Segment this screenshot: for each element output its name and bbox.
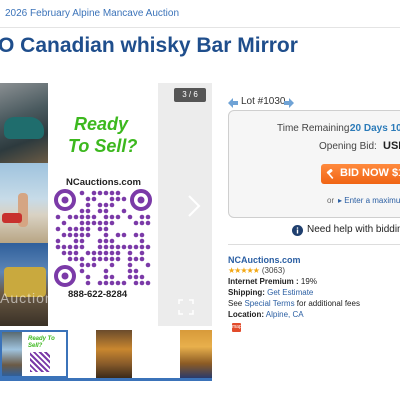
special-terms: See Special Terms for additional fees bbox=[228, 299, 360, 308]
max-bid-label: Enter a maximum bbox=[344, 196, 400, 205]
thumbnail-2[interactable] bbox=[96, 330, 132, 378]
lot-number: Lot #1030 bbox=[241, 96, 286, 107]
max-bid-link[interactable]: ▸ Enter a maximum bbox=[338, 196, 400, 205]
thumbnail-strip-border bbox=[0, 378, 212, 381]
next-image-icon[interactable] bbox=[184, 193, 204, 219]
previous-lot-icon[interactable] bbox=[228, 98, 238, 108]
next-lot-icon[interactable] bbox=[284, 98, 294, 108]
hammer-icon bbox=[326, 169, 334, 179]
terms-prefix: See bbox=[228, 299, 243, 308]
internet-premium: Internet Premium : 19% bbox=[228, 277, 317, 286]
collage-photos: Auction bbox=[0, 83, 48, 326]
thumbnail-strip: Ready To Sell? bbox=[0, 330, 212, 380]
rating-count: (3063) bbox=[261, 266, 285, 275]
thumbnail-1[interactable]: Ready To Sell? bbox=[0, 330, 68, 378]
beach-photo bbox=[0, 163, 48, 243]
location-link[interactable]: Alpine, CA bbox=[266, 310, 304, 319]
divider bbox=[228, 244, 400, 245]
promo-image[interactable]: Ready To Sell? NCauctions.com 888-622-82… bbox=[48, 83, 158, 326]
bid-now-label: BID NOW $1 bbox=[340, 167, 400, 179]
location-label: Location: bbox=[228, 310, 264, 319]
time-remaining-label: Time Remaining: bbox=[277, 123, 353, 134]
promo-line-2: To Sell? bbox=[68, 136, 138, 156]
or-text: or bbox=[327, 196, 335, 205]
premium-value: 19% bbox=[300, 277, 317, 286]
terms-suffix: for additional fees bbox=[296, 299, 360, 308]
shipping: Shipping: Get Estimate bbox=[228, 288, 313, 297]
page-title: O Canadian whisky Bar Mirror bbox=[0, 34, 298, 57]
shipping-label: Shipping: bbox=[228, 288, 265, 297]
thumbnail-3[interactable] bbox=[180, 330, 212, 378]
special-terms-link[interactable]: Special Terms bbox=[244, 299, 294, 308]
seller-rating[interactable]: ★★★★★ (3063) bbox=[228, 266, 285, 275]
bid-now-button[interactable]: BID NOW $1 bbox=[321, 164, 400, 184]
location: Location: Alpine, CA bbox=[228, 310, 304, 319]
qr-code-icon bbox=[54, 189, 152, 287]
top-bar: 2026 February Alpine Mancave Auction bbox=[0, 0, 400, 28]
help-text: Need help with bidding bbox=[307, 224, 400, 235]
thumbnail-1-label: Ready To Sell? bbox=[28, 336, 55, 349]
gallery-nav-pane: 3 / 6 bbox=[158, 83, 212, 326]
opening-bid-label: Opening Bid: bbox=[319, 141, 377, 152]
opening-bid-value: USD bbox=[383, 140, 400, 152]
image-counter: 3 / 6 bbox=[174, 88, 206, 102]
bid-panel: Time Remaining: 20 Days 10 H Opening Bid… bbox=[228, 110, 400, 218]
info-icon bbox=[292, 225, 303, 236]
auction-lot-page: 2026 February Alpine Mancave Auction O C… bbox=[0, 0, 400, 400]
promo-url: NCauctions.com bbox=[66, 177, 141, 188]
image-gallery: Auction Ready To Sell? NCauctions.com 88… bbox=[0, 83, 212, 326]
watermark: Auction bbox=[0, 290, 48, 306]
time-remaining-value: 20 Days 10 H bbox=[350, 123, 400, 134]
breadcrumb-auction-link[interactable]: 2026 February Alpine Mancave Auction bbox=[5, 8, 179, 19]
promo-line-1: Ready bbox=[74, 114, 129, 134]
seller-link[interactable]: NCAuctions.com bbox=[228, 255, 301, 265]
truck-photo bbox=[0, 243, 48, 326]
fullscreen-icon[interactable] bbox=[178, 299, 194, 315]
premium-label: Internet Premium : bbox=[228, 277, 299, 286]
promo-phone: 888-622-8284 bbox=[68, 289, 128, 300]
star-rating-icon: ★★★★★ bbox=[228, 266, 260, 275]
motorcycle-photo bbox=[0, 83, 48, 163]
shipping-estimate-link[interactable]: Get Estimate bbox=[267, 288, 313, 297]
map-icon[interactable]: map bbox=[232, 323, 242, 332]
